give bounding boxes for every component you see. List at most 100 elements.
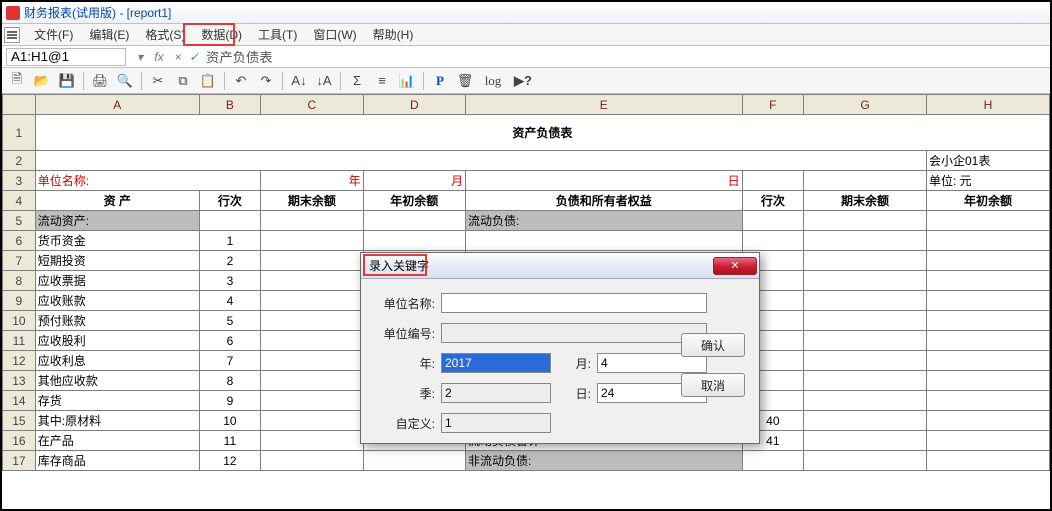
cell[interactable] xyxy=(804,351,927,371)
cell[interactable] xyxy=(261,211,363,231)
unit-name-label[interactable]: 单位名称: xyxy=(35,171,260,191)
cell[interactable] xyxy=(804,451,927,471)
cell[interactable] xyxy=(804,431,927,451)
cell[interactable] xyxy=(261,331,363,351)
cell[interactable] xyxy=(926,391,1049,411)
cell[interactable] xyxy=(804,171,927,191)
cell[interactable] xyxy=(804,291,927,311)
year-label[interactable]: 年 xyxy=(261,171,363,191)
delete-icon[interactable]: 🗑 xyxy=(454,70,476,92)
cell[interactable] xyxy=(804,271,927,291)
row-header[interactable]: 15 xyxy=(3,411,36,431)
asset-cell[interactable]: 预付账款 xyxy=(35,311,199,331)
rownum-cell[interactable]: 10 xyxy=(199,411,260,431)
rownum-cell[interactable]: 8 xyxy=(199,371,260,391)
menu-help[interactable]: 帮助(H) xyxy=(365,24,422,45)
new-icon[interactable]: 🗎 xyxy=(6,70,28,92)
confirm-check-icon[interactable]: ✓ xyxy=(186,49,202,65)
col-header-B[interactable]: B xyxy=(199,95,260,115)
cell[interactable] xyxy=(804,311,927,331)
col-header-C[interactable]: C xyxy=(261,95,363,115)
save-icon[interactable]: 💾 xyxy=(56,70,78,92)
cell[interactable] xyxy=(804,391,927,411)
cell[interactable] xyxy=(804,371,927,391)
menu-data[interactable]: 数据(D) xyxy=(193,24,250,45)
cell[interactable] xyxy=(261,291,363,311)
dropdown-icon[interactable]: ▾ xyxy=(132,49,148,65)
cell[interactable] xyxy=(261,251,363,271)
cell[interactable] xyxy=(926,371,1049,391)
row-header[interactable]: 2 xyxy=(3,151,36,171)
cell[interactable] xyxy=(363,451,465,471)
formula-input[interactable] xyxy=(202,48,1046,66)
unit-currency-label[interactable]: 单位: 元 xyxy=(926,171,1049,191)
undo-icon[interactable]: ↶ xyxy=(230,70,252,92)
cell[interactable] xyxy=(261,231,363,251)
asset-cell[interactable]: 货币资金 xyxy=(35,231,199,251)
col-header-D[interactable]: D xyxy=(363,95,465,115)
dlg-unit-name-input[interactable] xyxy=(441,293,707,313)
col-header-G[interactable]: G xyxy=(804,95,927,115)
row-header[interactable]: 9 xyxy=(3,291,36,311)
cell[interactable] xyxy=(926,411,1049,431)
hdr-begin-bal[interactable]: 年初余额 xyxy=(363,191,465,211)
month-label[interactable]: 月 xyxy=(363,171,465,191)
asset-cell[interactable]: 在产品 xyxy=(35,431,199,451)
dialog-titlebar[interactable]: 录入关键字 ✕ xyxy=(361,253,759,279)
help-icon[interactable]: ▶? xyxy=(510,70,536,92)
cell[interactable] xyxy=(804,231,927,251)
rownum-cell[interactable] xyxy=(199,211,260,231)
hdr-end-bal[interactable]: 期末余额 xyxy=(261,191,363,211)
asset-cell[interactable]: 应收账款 xyxy=(35,291,199,311)
cell[interactable] xyxy=(804,331,927,351)
rownum-cell[interactable]: 11 xyxy=(199,431,260,451)
cell[interactable] xyxy=(261,311,363,331)
cancel-x-icon[interactable]: × xyxy=(170,49,186,65)
col-header-H[interactable]: H xyxy=(926,95,1049,115)
row-header[interactable]: 17 xyxy=(3,451,36,471)
log-icon[interactable]: log xyxy=(479,70,507,92)
corner-note[interactable]: 会小企01表 xyxy=(926,151,1049,171)
cell[interactable] xyxy=(926,251,1049,271)
row-header[interactable]: 6 xyxy=(3,231,36,251)
menu-edit[interactable]: 编辑(E) xyxy=(81,24,137,45)
rownum-cell[interactable]: 7 xyxy=(199,351,260,371)
rownum-cell[interactable]: 12 xyxy=(199,451,260,471)
asset-cell[interactable]: 存货 xyxy=(35,391,199,411)
hdr-rownum2[interactable]: 行次 xyxy=(742,191,803,211)
cell[interactable] xyxy=(926,291,1049,311)
preview-icon[interactable]: 🔍 xyxy=(114,70,136,92)
sort-desc-icon[interactable]: ↓A xyxy=(313,70,335,92)
row-header[interactable]: 10 xyxy=(3,311,36,331)
cell[interactable] xyxy=(363,211,465,231)
hdr-begin-bal2[interactable]: 年初余额 xyxy=(926,191,1049,211)
cell[interactable] xyxy=(804,211,927,231)
sheet-title[interactable]: 资产负债表 xyxy=(35,115,1049,151)
chart-icon[interactable]: 📊 xyxy=(396,70,418,92)
asset-cell[interactable]: 应收股利 xyxy=(35,331,199,351)
p-icon[interactable]: P xyxy=(429,70,451,92)
row-header[interactable]: 1 xyxy=(3,115,36,151)
col-header-E[interactable]: E xyxy=(466,95,743,115)
dlg-cancel-button[interactable]: 取消 xyxy=(681,373,745,397)
row-header[interactable]: 12 xyxy=(3,351,36,371)
row-header[interactable]: 14 xyxy=(3,391,36,411)
cell[interactable] xyxy=(363,231,465,251)
dlg-quarter-input[interactable] xyxy=(441,383,551,403)
asset-cell[interactable]: 应收利息 xyxy=(35,351,199,371)
rownum-cell[interactable] xyxy=(742,211,803,231)
sum-icon[interactable]: Σ xyxy=(346,70,368,92)
redo-icon[interactable]: ↷ xyxy=(255,70,277,92)
asset-cell[interactable]: 库存商品 xyxy=(35,451,199,471)
copy-icon[interactable]: ⧉ xyxy=(172,70,194,92)
cell[interactable] xyxy=(261,451,363,471)
sort-asc-icon[interactable]: A↓ xyxy=(288,70,310,92)
hdr-end-bal2[interactable]: 期末余额 xyxy=(804,191,927,211)
cell[interactable] xyxy=(926,431,1049,451)
hdr-rownum[interactable]: 行次 xyxy=(199,191,260,211)
cell[interactable] xyxy=(926,271,1049,291)
corner-cell[interactable] xyxy=(3,95,36,115)
cell[interactable] xyxy=(926,311,1049,331)
liab-cell[interactable]: 非流动负债: xyxy=(466,451,743,471)
row-header[interactable]: 3 xyxy=(3,171,36,191)
